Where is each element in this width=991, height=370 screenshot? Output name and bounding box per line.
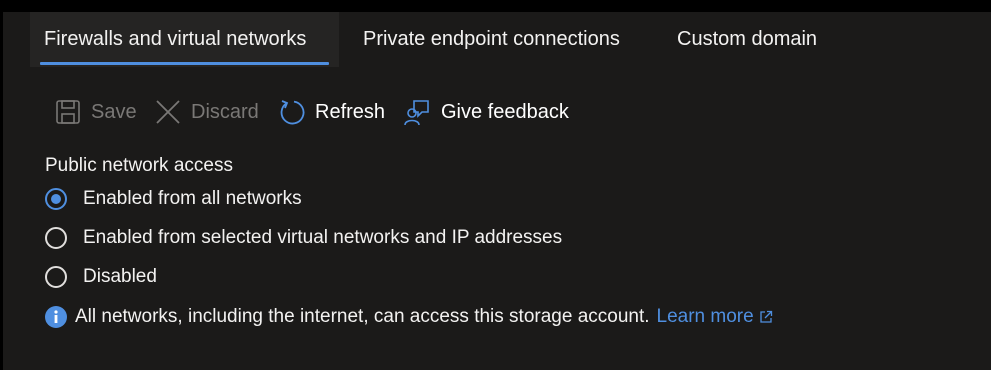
- refresh-button[interactable]: Refresh: [279, 94, 385, 130]
- learn-more-label: Learn more: [656, 306, 754, 327]
- refresh-label: Refresh: [315, 100, 386, 123]
- radio-button-selected[interactable]: [45, 188, 67, 210]
- feedback-icon: [403, 98, 431, 126]
- tab-private-endpoint-connections[interactable]: Private endpoint connections: [363, 12, 620, 67]
- top-border: [0, 0, 991, 12]
- tab-label: Private endpoint connections: [363, 28, 620, 50]
- radio-label: Enabled from all networks: [83, 188, 302, 209]
- discard-icon: [155, 99, 181, 125]
- give-feedback-button[interactable]: Give feedback: [403, 94, 569, 130]
- external-link-icon: [760, 310, 772, 323]
- radio-label: Enabled from selected virtual networks a…: [83, 227, 563, 248]
- tab-label: Firewalls and virtual networks: [44, 28, 307, 50]
- radio-enabled-selected-networks[interactable]: Enabled from selected virtual networks a…: [45, 224, 562, 252]
- info-message: All networks, including the internet, ca…: [45, 304, 773, 330]
- public-network-access-label: Public network access: [45, 155, 233, 176]
- info-text: All networks, including the internet, ca…: [75, 306, 650, 327]
- save-button[interactable]: Save: [55, 94, 137, 130]
- radio-enabled-all-networks[interactable]: Enabled from all networks: [45, 185, 302, 213]
- radio-button[interactable]: [45, 266, 67, 288]
- active-tab-indicator: [40, 62, 329, 65]
- radio-button[interactable]: [45, 227, 67, 249]
- tab-custom-domain[interactable]: Custom domain: [677, 12, 817, 67]
- discard-button[interactable]: Discard: [155, 94, 259, 130]
- radio-label: Disabled: [83, 266, 157, 287]
- save-icon: [55, 99, 81, 125]
- tab-firewalls-and-virtual-networks[interactable]: Firewalls and virtual networks: [30, 12, 339, 67]
- feedback-label: Give feedback: [441, 100, 569, 123]
- info-icon: [45, 306, 67, 328]
- tab-label: Custom domain: [677, 28, 818, 50]
- discard-label: Discard: [191, 100, 259, 123]
- refresh-icon: [279, 99, 305, 125]
- learn-more-link[interactable]: Learn more: [657, 306, 773, 328]
- save-label: Save: [91, 100, 137, 123]
- left-border: [0, 0, 3, 370]
- radio-disabled[interactable]: Disabled: [45, 263, 157, 291]
